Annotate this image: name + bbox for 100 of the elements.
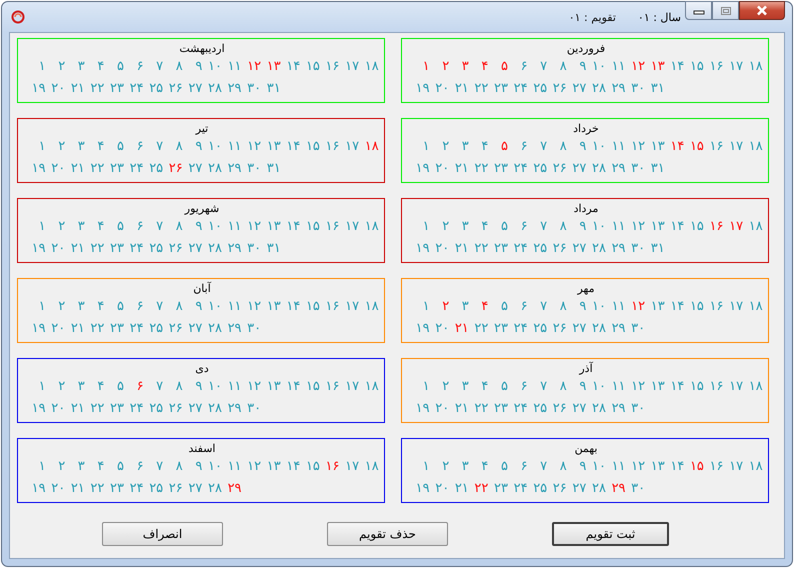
day-number[interactable]: ۲۹ xyxy=(222,158,242,180)
day-number[interactable]: ۱۲ xyxy=(242,56,262,78)
day-number[interactable]: ۳۱ xyxy=(645,78,665,100)
day-number[interactable]: ۶ xyxy=(124,376,144,398)
day-number[interactable]: ۲۱ xyxy=(65,318,85,340)
day-number[interactable]: ۲۷ xyxy=(182,478,202,500)
day-number[interactable]: ۲۸ xyxy=(586,78,606,100)
day-number[interactable]: ۱۶ xyxy=(704,456,724,478)
day-number[interactable]: ۱۸ xyxy=(359,376,379,398)
day-number[interactable]: ۲۸ xyxy=(586,318,606,340)
day-number[interactable]: ۱۸ xyxy=(359,216,379,238)
day-number[interactable]: ۱۹ xyxy=(26,398,46,420)
day-number[interactable]: ۱ xyxy=(26,456,46,478)
day-number[interactable]: ۵ xyxy=(104,296,124,318)
day-number[interactable]: ۲۴ xyxy=(124,158,144,180)
day-number[interactable]: ۳ xyxy=(449,216,469,238)
day-number[interactable]: ۱۷ xyxy=(724,296,744,318)
day-number[interactable]: ۱۷ xyxy=(724,56,744,78)
day-number[interactable]: ۱۲ xyxy=(242,456,262,478)
day-number[interactable]: ۲۴ xyxy=(508,478,528,500)
day-number[interactable]: ۹ xyxy=(566,456,586,478)
day-number[interactable]: ۱۳ xyxy=(645,216,665,238)
day-number[interactable]: ۱۰ xyxy=(586,136,606,158)
day-number[interactable]: ۲۴ xyxy=(508,78,528,100)
day-number[interactable]: ۱۸ xyxy=(743,376,763,398)
day-number[interactable]: ۲۲ xyxy=(84,158,104,180)
day-number[interactable]: ۲۹ xyxy=(606,478,626,500)
day-number[interactable]: ۱ xyxy=(410,216,430,238)
day-number[interactable]: ۱۱ xyxy=(606,456,626,478)
day-number[interactable]: ۱۴ xyxy=(664,216,684,238)
day-number[interactable]: ۲۲ xyxy=(84,398,104,420)
day-number[interactable]: ۲۱ xyxy=(65,398,85,420)
day-number[interactable]: ۹ xyxy=(182,56,202,78)
day-number[interactable]: ۹ xyxy=(566,136,586,158)
day-number[interactable]: ۱۹ xyxy=(26,318,46,340)
day-number[interactable]: ۱ xyxy=(26,56,46,78)
day-number[interactable]: ۲۵ xyxy=(144,78,164,100)
day-number[interactable]: ۱۶ xyxy=(320,456,340,478)
day-number[interactable]: ۱ xyxy=(410,136,430,158)
day-number[interactable]: ۶ xyxy=(508,296,528,318)
day-number[interactable]: ۱۲ xyxy=(242,376,262,398)
day-number[interactable]: ۲۶ xyxy=(163,398,183,420)
day-number[interactable]: ۱۹ xyxy=(410,78,430,100)
day-number[interactable]: ۱۱ xyxy=(606,216,626,238)
day-number[interactable]: ۲۹ xyxy=(222,398,242,420)
day-number[interactable]: ۲۷ xyxy=(182,158,202,180)
day-number[interactable]: ۳۱ xyxy=(261,238,281,260)
day-number[interactable]: ۱۸ xyxy=(359,296,379,318)
day-number[interactable]: ۱۹ xyxy=(410,478,430,500)
day-number[interactable]: ۱۳ xyxy=(645,56,665,78)
day-number[interactable]: ۲۴ xyxy=(124,238,144,260)
day-number[interactable]: ۲ xyxy=(46,216,66,238)
day-number[interactable]: ۲۹ xyxy=(606,158,626,180)
day-number[interactable]: ۲۰ xyxy=(46,238,66,260)
day-number[interactable]: ۲۳ xyxy=(488,78,508,100)
day-number[interactable]: ۳ xyxy=(449,296,469,318)
day-number[interactable]: ۲۷ xyxy=(182,318,202,340)
day-number[interactable]: ۲۸ xyxy=(202,318,222,340)
day-number[interactable]: ۱۷ xyxy=(340,376,360,398)
day-number[interactable]: ۱۱ xyxy=(606,136,626,158)
day-number[interactable]: ۱۷ xyxy=(340,216,360,238)
day-number[interactable]: ۲۶ xyxy=(163,78,183,100)
day-number[interactable]: ۲ xyxy=(430,376,450,398)
day-number[interactable]: ۲۶ xyxy=(547,158,567,180)
day-number[interactable]: ۱۸ xyxy=(359,56,379,78)
day-number[interactable]: ۳۰ xyxy=(626,78,646,100)
day-number[interactable]: ۳۰ xyxy=(626,238,646,260)
day-number[interactable]: ۲۶ xyxy=(547,398,567,420)
day-number[interactable]: ۲۰ xyxy=(46,478,66,500)
day-number[interactable]: ۲۶ xyxy=(163,318,183,340)
day-number[interactable]: ۱۹ xyxy=(26,478,46,500)
day-number[interactable]: ۲۴ xyxy=(508,158,528,180)
day-number[interactable]: ۲۱ xyxy=(65,78,85,100)
day-number[interactable]: ۱۸ xyxy=(743,296,763,318)
day-number[interactable]: ۱۸ xyxy=(359,136,379,158)
day-number[interactable]: ۲۳ xyxy=(488,318,508,340)
day-number[interactable]: ۱۱ xyxy=(606,56,626,78)
day-number[interactable]: ۲۲ xyxy=(468,398,488,420)
day-number[interactable]: ۷ xyxy=(528,456,548,478)
day-number[interactable]: ۱ xyxy=(410,376,430,398)
day-number[interactable]: ۲۹ xyxy=(606,318,626,340)
day-number[interactable]: ۱۴ xyxy=(280,56,300,78)
day-number[interactable]: ۹ xyxy=(566,216,586,238)
day-number[interactable]: ۳ xyxy=(449,136,469,158)
day-number[interactable]: ۲۶ xyxy=(163,238,183,260)
day-number[interactable]: ۲ xyxy=(46,56,66,78)
day-number[interactable]: ۲۴ xyxy=(124,478,144,500)
day-number[interactable]: ۲۲ xyxy=(468,318,488,340)
day-number[interactable]: ۱۸ xyxy=(743,56,763,78)
day-number[interactable]: ۲۵ xyxy=(528,238,548,260)
day-number[interactable]: ۲۹ xyxy=(222,238,242,260)
day-number[interactable]: ۱۱ xyxy=(222,296,242,318)
day-number[interactable]: ۳۰ xyxy=(242,318,262,340)
day-number[interactable]: ۱۴ xyxy=(280,136,300,158)
day-number[interactable]: ۸ xyxy=(547,456,567,478)
day-number[interactable]: ۱۶ xyxy=(704,56,724,78)
day-number[interactable]: ۲۲ xyxy=(84,78,104,100)
day-number[interactable]: ۲۳ xyxy=(104,78,124,100)
day-number[interactable]: ۸ xyxy=(163,136,183,158)
day-number[interactable]: ۱۸ xyxy=(743,456,763,478)
